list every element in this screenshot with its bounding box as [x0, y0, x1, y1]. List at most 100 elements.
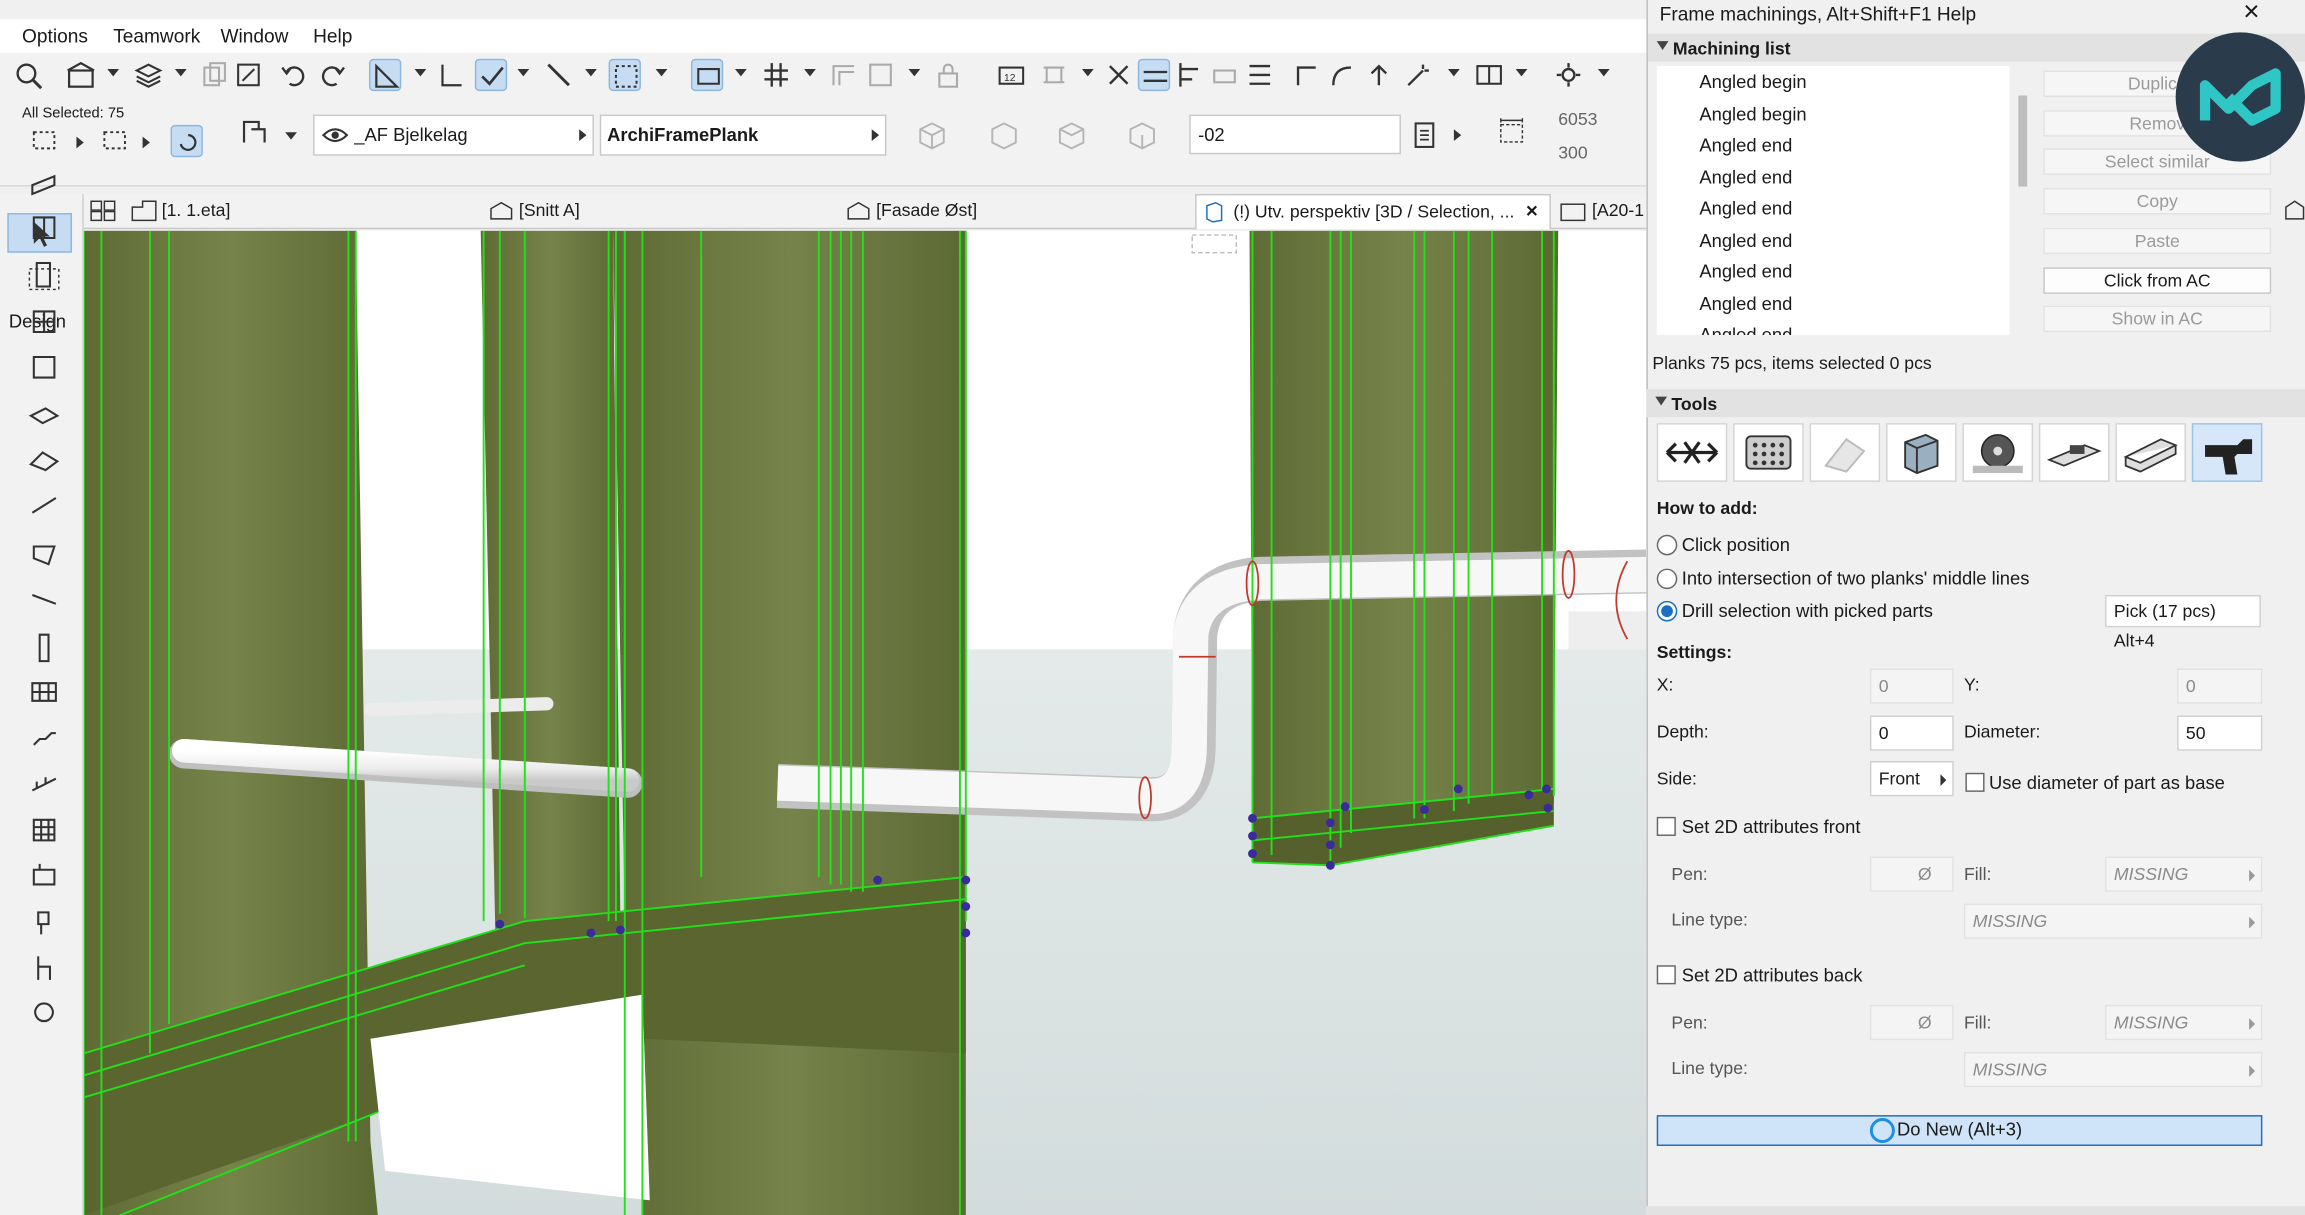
lamp-tool-icon[interactable] — [28, 906, 60, 938]
set-2d-back-label[interactable]: Set 2D attributes back — [1682, 965, 1863, 986]
machining-list-item[interactable]: Angled end — [1699, 167, 1792, 188]
document-icon[interactable] — [1408, 119, 1440, 151]
slab-tool-icon[interactable] — [28, 398, 60, 430]
fillet-icon[interactable] — [1327, 59, 1359, 91]
tool-notch[interactable] — [2115, 423, 2186, 482]
machining-list-item[interactable]: Angled end — [1699, 262, 1792, 283]
wall-tool-icon[interactable] — [28, 165, 60, 197]
curtain-wall-tool-icon[interactable] — [28, 212, 60, 244]
menu-window[interactable]: Window — [221, 25, 289, 47]
grid-icon[interactable] — [760, 59, 792, 91]
menu-teamwork[interactable]: Teamwork — [113, 25, 200, 47]
click-position-label[interactable]: Click position — [1682, 535, 1790, 556]
use-diameter-label[interactable]: Use diameter of part as base — [1989, 773, 2225, 794]
stack-icon[interactable] — [1244, 59, 1276, 91]
close-icon[interactable]: × — [2243, 0, 2259, 29]
3d-model-render[interactable] — [83, 230, 1647, 1215]
window-tool-icon[interactable] — [28, 306, 60, 338]
set-2d-front-checkbox[interactable] — [1656, 816, 1676, 836]
find-select-icon[interactable] — [12, 59, 44, 91]
dropdown-arrow-icon[interactable] — [414, 69, 427, 77]
shell-tool-icon[interactable] — [28, 489, 60, 521]
arrow-right-icon[interactable] — [142, 136, 150, 149]
machining-list-item[interactable]: Angled end — [1699, 293, 1792, 314]
arrow-right-icon[interactable] — [76, 136, 84, 149]
tool-block[interactable] — [1886, 423, 1957, 482]
marquee-icon[interactable] — [100, 125, 132, 157]
tool-eraser[interactable] — [1809, 423, 1881, 482]
set-2d-back-checkbox[interactable] — [1656, 965, 1676, 985]
dropdown-arrow-icon[interactable] — [1515, 69, 1528, 77]
redo-icon[interactable] — [316, 59, 348, 91]
side-select[interactable]: Front — [1869, 761, 1954, 797]
element-type-selector[interactable]: ArchiFramePlank — [599, 114, 887, 156]
grid-snap-icon[interactable] — [608, 58, 641, 92]
dropdown-arrow-icon[interactable] — [1597, 69, 1610, 77]
select-options-icon[interactable] — [29, 125, 61, 157]
3d-viewport[interactable] — [83, 230, 1647, 1215]
light-tool-icon[interactable] — [28, 999, 60, 1031]
dropdown-arrow-icon[interactable] — [908, 69, 921, 77]
arrow-right-icon[interactable] — [1453, 129, 1462, 142]
dropdown-arrow-icon[interactable] — [174, 69, 187, 77]
back-pen-field[interactable]: Ø — [1869, 1004, 1954, 1041]
x-field[interactable]: 0 — [1869, 668, 1954, 704]
machining-list-item[interactable]: Angled begin — [1699, 104, 1806, 125]
tab-elevation[interactable]: [Fasade Øst] — [876, 200, 977, 221]
snap-guides-icon[interactable] — [368, 58, 402, 92]
tool-slot[interactable] — [2038, 423, 2110, 482]
undo-icon[interactable] — [278, 59, 310, 91]
chair-tool-icon[interactable] — [28, 952, 60, 984]
column-tool-icon[interactable] — [28, 632, 60, 664]
machining-list-item[interactable]: Angled end — [1699, 198, 1792, 219]
pick-button[interactable]: Pick (17 pcs) Alt+4 — [2105, 595, 2261, 651]
close-tab-icon[interactable]: × — [1526, 198, 1538, 222]
morph-tool-icon[interactable] — [28, 538, 60, 570]
distribute-icon[interactable] — [1208, 59, 1240, 91]
dropdown-arrow-icon[interactable] — [285, 132, 297, 140]
list-scrollbar[interactable] — [2018, 95, 2028, 187]
menu-options[interactable]: Options — [22, 25, 88, 47]
front-pen-field[interactable]: Ø — [1869, 856, 1954, 892]
copy-icon[interactable] — [198, 59, 230, 91]
cube-icon[interactable] — [913, 116, 951, 154]
y-field[interactable]: 0 — [2177, 668, 2263, 704]
depth-field[interactable]: 0 — [1869, 715, 1954, 751]
tab-overview-icon[interactable] — [90, 200, 116, 222]
back-fill-field[interactable]: MISSING — [2105, 1004, 2263, 1041]
tool-saw[interactable] — [1962, 423, 2034, 482]
door-tool-icon[interactable] — [28, 259, 60, 291]
tab-floor-plan[interactable]: [1. 1.eta] — [162, 200, 231, 221]
element-settings-icon[interactable] — [238, 116, 273, 154]
click-from-ac-button[interactable]: Click from AC — [2043, 267, 2272, 294]
dropdown-arrow-icon[interactable] — [735, 69, 747, 77]
next-section-header[interactable] — [1646, 1206, 2305, 1215]
beam-tool-icon[interactable] — [28, 583, 60, 615]
trim-icon[interactable] — [1137, 58, 1171, 92]
machining-list-item[interactable]: Angled end — [1699, 135, 1792, 156]
cube-side-icon[interactable] — [985, 116, 1023, 154]
dropdown-arrow-icon[interactable] — [517, 69, 530, 77]
railing-tool-icon[interactable] — [28, 767, 60, 799]
structure-icon[interactable] — [828, 59, 860, 91]
measure-icon[interactable] — [542, 59, 574, 91]
check-snap-icon[interactable] — [474, 58, 508, 92]
grid-tool-icon[interactable] — [28, 858, 60, 890]
zone-tool-icon[interactable] — [28, 814, 60, 846]
do-new-button[interactable]: Do New (Alt+3) — [1656, 1115, 2263, 1146]
rotate-icon[interactable] — [170, 124, 203, 158]
view-panes-icon[interactable] — [1473, 59, 1505, 91]
raise-icon[interactable] — [1363, 59, 1395, 91]
drill-selection-radio[interactable] — [1656, 600, 1678, 622]
dimension-icon[interactable]: 12 — [995, 59, 1027, 91]
mesh-tool-icon[interactable] — [28, 676, 60, 708]
dropdown-arrow-icon[interactable] — [1081, 69, 1094, 77]
show-in-ac-button[interactable]: Show in AC — [2043, 305, 2272, 333]
intersection-label[interactable]: Into intersection of two planks' middle … — [1682, 569, 2030, 590]
layer-selector[interactable]: _AF Bjelkelag — [313, 114, 594, 156]
align-icon[interactable] — [1173, 59, 1205, 91]
expand-icon[interactable] — [232, 59, 264, 91]
tab-section[interactable]: [Snitt A] — [519, 200, 580, 221]
diameter-field[interactable]: 50 — [2177, 715, 2263, 751]
dropdown-arrow-icon[interactable] — [1447, 69, 1460, 77]
